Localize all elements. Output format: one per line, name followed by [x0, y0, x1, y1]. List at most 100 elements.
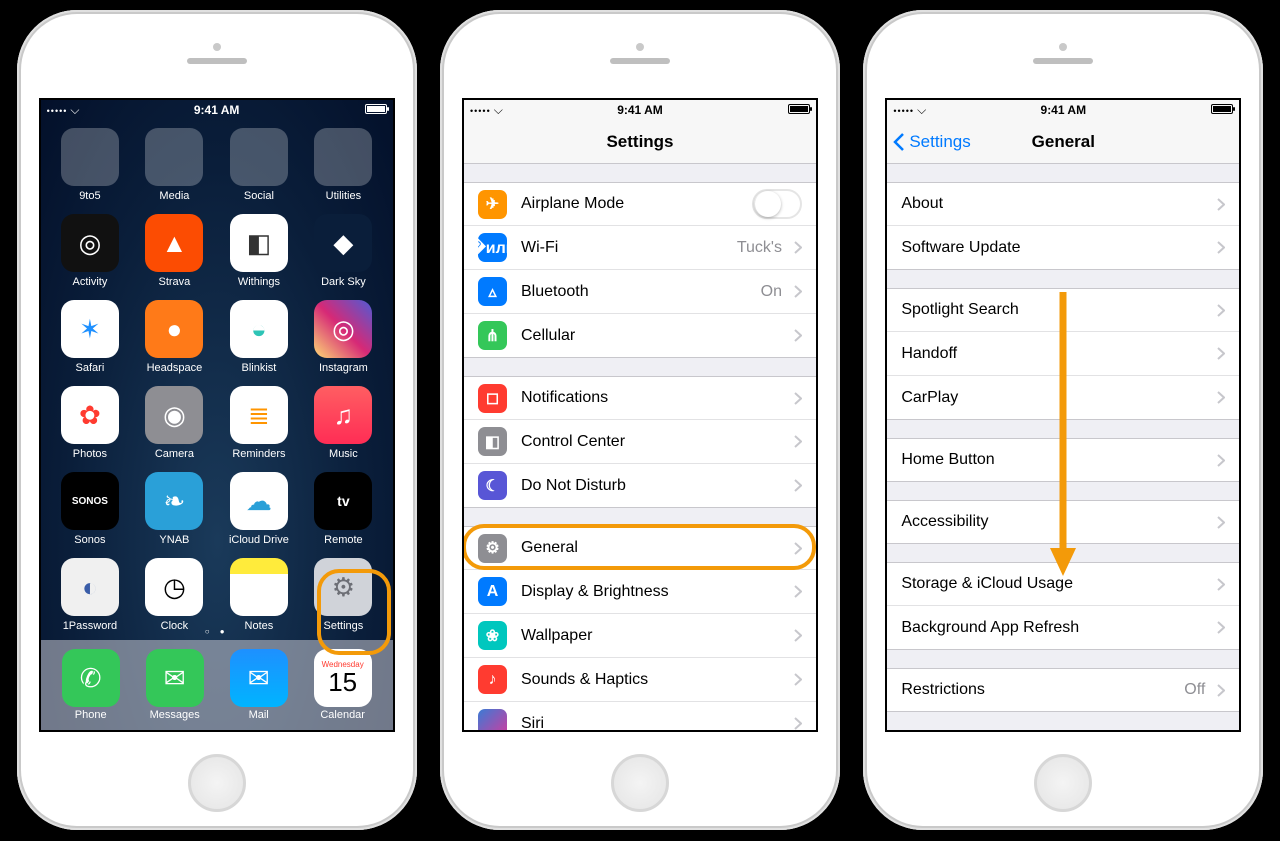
app-icon: ◎	[314, 300, 372, 358]
app-icon: ☁	[230, 472, 288, 530]
general-screen: ⌵ 9:41 AM Settings General About Softwar…	[885, 98, 1241, 732]
general-row-accessibility[interactable]: Accessibility	[887, 500, 1239, 544]
app-remote[interactable]: tv Remote	[307, 472, 379, 546]
battery-icon	[365, 104, 387, 114]
app-dark-sky[interactable]: ◆ Dark Sky	[307, 214, 379, 288]
settings-title: Settings	[606, 132, 673, 152]
row-label: Cellular	[521, 327, 788, 345]
chevron-icon	[1217, 347, 1225, 360]
general-row-spotlight-search[interactable]: Spotlight Search	[887, 288, 1239, 332]
app-instagram[interactable]: ◎ Instagram	[307, 300, 379, 374]
app-label: Sonos	[74, 534, 105, 546]
general-row-background-app-refresh[interactable]: Background App Refresh	[887, 606, 1239, 650]
settings-row-siri[interactable]: Siri	[464, 702, 816, 732]
general-row-about[interactable]: About	[887, 182, 1239, 226]
settings-list: ✈ Airplane Mode �или Wi-FiTuck's ▵ Bluet…	[464, 182, 816, 732]
settings-navbar: Settings	[464, 120, 816, 164]
home-button[interactable]	[188, 754, 246, 812]
app-withings[interactable]: ◧ Withings	[223, 214, 295, 288]
chevron-icon	[1217, 304, 1225, 317]
status-bar: ⌵ 9:41 AM	[41, 100, 393, 120]
app-reminders[interactable]: ≣ Reminders	[223, 386, 295, 460]
general-list: About Software Update Spotlight Search H…	[887, 182, 1239, 712]
status-bar: ⌵ 9:41 AM	[464, 100, 816, 120]
home-button[interactable]	[1034, 754, 1092, 812]
folder-social[interactable]: Social	[223, 128, 295, 202]
app-label: Strava	[159, 276, 191, 288]
chevron-icon	[1217, 241, 1225, 254]
app-notes[interactable]: Notes	[223, 558, 295, 632]
general-row-handoff[interactable]: Handoff	[887, 332, 1239, 376]
folder-media[interactable]: Media	[138, 128, 210, 202]
settings-row-sounds-haptics[interactable]: ♪ Sounds & Haptics	[464, 658, 816, 702]
app-phone[interactable]: ✆ Phone	[55, 649, 127, 721]
home-button[interactable]	[611, 754, 669, 812]
app-calendar[interactable]: Wednesday15 Calendar	[307, 649, 379, 721]
settings-row-airplane-mode[interactable]: ✈ Airplane Mode	[464, 182, 816, 226]
app-icon: ✆	[62, 649, 120, 707]
chevron-icon	[794, 717, 802, 730]
settings-row-cellular[interactable]: ⋔ Cellular	[464, 314, 816, 358]
row-label: Siri	[521, 715, 788, 733]
app-1password[interactable]: ◐ 1Password	[54, 558, 126, 632]
app-blinkist[interactable]: ◒ Blinkist	[223, 300, 295, 374]
general-row-home-button[interactable]: Home Button	[887, 438, 1239, 482]
app-ynab[interactable]: ❧ YNAB	[138, 472, 210, 546]
airplane-toggle[interactable]	[752, 189, 802, 219]
back-button[interactable]: Settings	[893, 120, 970, 163]
row-icon: ⚙	[478, 534, 507, 563]
app-mail[interactable]: ✉ Mail	[223, 649, 295, 721]
app-photos[interactable]: ✿ Photos	[54, 386, 126, 460]
folder-9to5[interactable]: 9to5	[54, 128, 126, 202]
settings-row-wallpaper[interactable]: ❀ Wallpaper	[464, 614, 816, 658]
row-label: Do Not Disturb	[521, 477, 788, 495]
general-row-carplay[interactable]: CarPlay	[887, 376, 1239, 420]
app-icon: Wednesday15	[314, 649, 372, 707]
app-label: Remote	[324, 534, 363, 546]
chevron-icon	[1217, 684, 1225, 697]
general-row-storage-icloud-usage[interactable]: Storage & iCloud Usage	[887, 562, 1239, 606]
phone-frame-settings: ⌵ 9:41 AM Settings ✈ Airplane Mode �или …	[440, 10, 840, 830]
app-label: Camera	[155, 448, 194, 460]
app-settings[interactable]: ⚙ Settings	[307, 558, 379, 632]
status-time: 9:41 AM	[41, 103, 393, 117]
row-label: General	[521, 539, 788, 557]
general-row-software-update[interactable]: Software Update	[887, 226, 1239, 270]
app-icloud-drive[interactable]: ☁ iCloud Drive	[223, 472, 295, 546]
row-icon	[478, 709, 507, 732]
settings-row-general[interactable]: ⚙ General	[464, 526, 816, 570]
app-clock[interactable]: ◷ Clock	[138, 558, 210, 632]
general-row-restrictions[interactable]: RestrictionsOff	[887, 668, 1239, 712]
app-label: Mail	[249, 709, 269, 721]
chevron-icon	[794, 629, 802, 642]
app-music[interactable]: ♫ Music	[307, 386, 379, 460]
chevron-icon	[794, 542, 802, 555]
back-label: Settings	[909, 132, 970, 152]
row-icon: A	[478, 577, 507, 606]
row-label: Restrictions	[901, 681, 1184, 699]
page-indicator: ○ ●	[41, 627, 393, 636]
app-icon: ◆	[314, 214, 372, 272]
app-icon: ❧	[145, 472, 203, 530]
app-safari[interactable]: ✶ Safari	[54, 300, 126, 374]
app-strava[interactable]: ▲ Strava	[138, 214, 210, 288]
app-icon: ✿	[61, 386, 119, 444]
row-label: Airplane Mode	[521, 195, 752, 213]
app-activity[interactable]: ◎ Activity	[54, 214, 126, 288]
row-label: Wi-Fi	[521, 239, 737, 257]
settings-row-notifications[interactable]: ◻ Notifications	[464, 376, 816, 420]
settings-row-wi-fi[interactable]: �или Wi-FiTuck's	[464, 226, 816, 270]
app-camera[interactable]: ◉ Camera	[138, 386, 210, 460]
settings-row-do-not-disturb[interactable]: ☾ Do Not Disturb	[464, 464, 816, 508]
settings-row-control-center[interactable]: ◧ Control Center	[464, 420, 816, 464]
app-messages[interactable]: ✉ Messages	[139, 649, 211, 721]
app-sonos[interactable]: SONOS Sonos	[54, 472, 126, 546]
settings-row-display-brightness[interactable]: A Display & Brightness	[464, 570, 816, 614]
row-icon: ♪	[478, 665, 507, 694]
settings-row-bluetooth[interactable]: ▵ BluetoothOn	[464, 270, 816, 314]
app-headspace[interactable]: ● Headspace	[138, 300, 210, 374]
app-icon: ◐	[61, 558, 119, 616]
app-icon: ✉	[230, 649, 288, 707]
folder-utilities[interactable]: Utilities	[307, 128, 379, 202]
app-icon: ◷	[145, 558, 203, 616]
